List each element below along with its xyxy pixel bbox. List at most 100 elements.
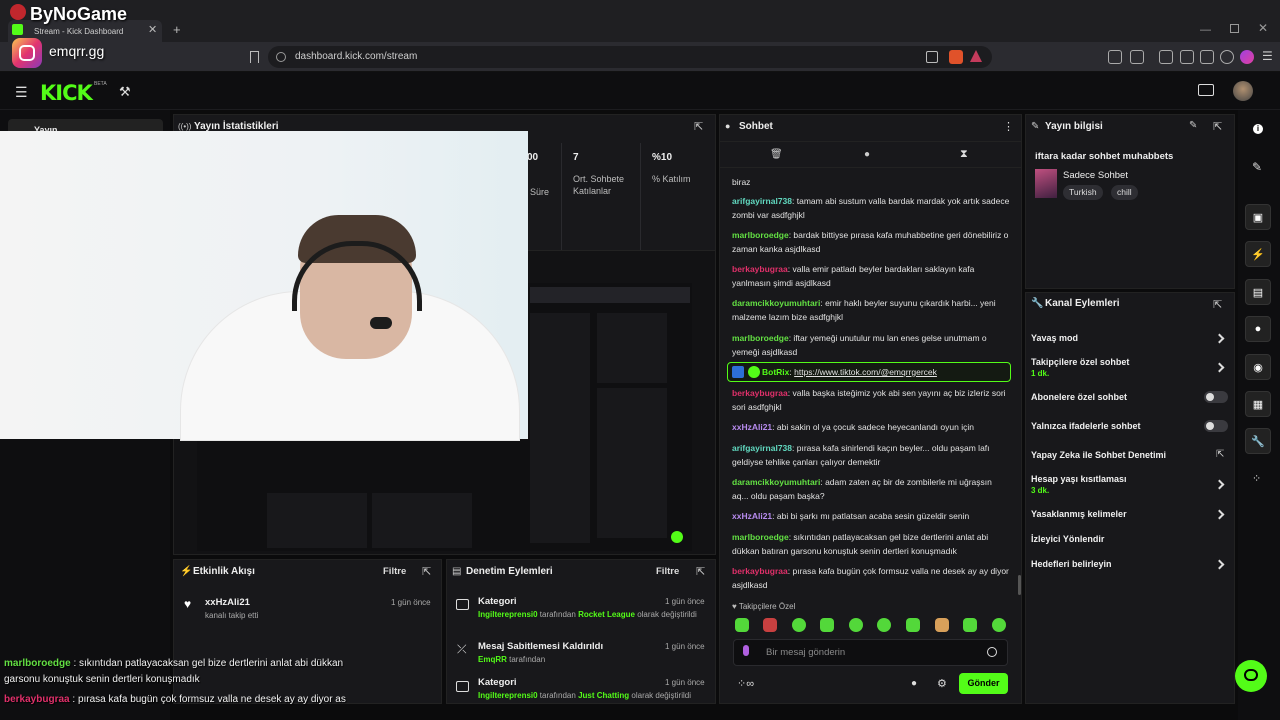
emote-icon[interactable] xyxy=(992,618,1006,632)
chat-username[interactable]: berkaybugraa xyxy=(732,388,788,398)
stat-avg-chatters-value: 7 xyxy=(573,152,579,163)
emote-icon[interactable] xyxy=(849,618,863,632)
chat-rail-icon[interactable]: ● xyxy=(1245,316,1271,342)
trash-icon[interactable]: 🗑 xyxy=(770,149,783,160)
bookmark-icon[interactable] xyxy=(250,51,259,63)
minimize-icon[interactable]: — xyxy=(1200,24,1211,36)
action-emotes-only[interactable]: Yalnızca ifadelerle sohbet xyxy=(1031,421,1141,431)
hourglass-icon[interactable]: ⧗ xyxy=(960,148,968,161)
chat-title: Sohbet xyxy=(739,121,773,132)
url-input[interactable]: dashboard.kick.com/stream xyxy=(268,46,992,68)
extensions-icon[interactable] xyxy=(1108,50,1122,64)
emote-icon[interactable] xyxy=(763,618,777,632)
action-subscribers-only[interactable]: Abonelere özel sohbet xyxy=(1031,392,1127,402)
screenshot-icon[interactable] xyxy=(1130,50,1144,64)
chat-username[interactable]: marlboroedge xyxy=(732,532,789,542)
emote-icon[interactable] xyxy=(906,618,920,632)
sidebar-toggle-icon[interactable] xyxy=(1159,50,1173,64)
emote-icon[interactable] xyxy=(735,618,749,632)
user-avatar[interactable] xyxy=(1233,81,1253,101)
chat-username[interactable]: arifgayirnal738 xyxy=(732,443,792,453)
wallet-icon[interactable] xyxy=(1180,50,1194,64)
emote-icon[interactable] xyxy=(963,618,977,632)
emote-icon[interactable] xyxy=(820,618,834,632)
chat-username[interactable]: arifgayirnal738 xyxy=(732,196,792,206)
chat-bubble-icon[interactable]: ● xyxy=(864,149,870,160)
action-slow-mode[interactable]: Yavaş mod xyxy=(1031,333,1078,343)
chat-toolbar xyxy=(719,141,1022,168)
chat-username[interactable]: xxHzAli21 xyxy=(732,422,772,432)
brave-rewards-icon[interactable] xyxy=(970,50,982,62)
brave-shield-icon[interactable] xyxy=(949,50,963,64)
emote-icon[interactable] xyxy=(792,618,806,632)
chat-username[interactable]: berkaybugraa xyxy=(732,264,788,274)
close-tab-icon[interactable]: ✕ xyxy=(148,23,157,36)
pencil-icon[interactable]: ✎ xyxy=(1252,160,1262,174)
menu-icon[interactable]: ☰ xyxy=(1262,49,1273,63)
action-goals[interactable]: Hedefleri belirleyin xyxy=(1031,559,1112,569)
popout-moderation-icon[interactable]: ⇱ xyxy=(696,565,705,578)
tools-rail-icon[interactable]: 🔧 xyxy=(1245,428,1271,454)
activity-user[interactable]: xxHzAli21 xyxy=(205,597,250,608)
tools-icon[interactable]: ⚒ xyxy=(119,84,131,100)
layout-icon[interactable]: ▦ xyxy=(1245,391,1271,417)
chat-username[interactable]: berkaybugraa xyxy=(732,566,788,576)
popout-activity-icon[interactable]: ⇱ xyxy=(422,565,431,578)
emote-icon[interactable] xyxy=(935,618,949,632)
broadcast-icon[interactable]: ◉ xyxy=(1245,354,1271,380)
gear-icon[interactable]: ⚙ xyxy=(937,677,947,690)
channel-actions-panel xyxy=(1025,292,1235,704)
kick-logo[interactable]: KICK xyxy=(40,81,93,105)
mod-action-time: 1 gün önce xyxy=(665,678,705,687)
moderation-filter-button[interactable]: Filtre xyxy=(656,566,679,577)
chat-settings-bubble-icon[interactable]: ● xyxy=(911,678,917,689)
share-icon[interactable] xyxy=(926,51,938,63)
action-banned-words[interactable]: Yasaklanmış kelimeler xyxy=(1031,509,1127,519)
camera-icon[interactable] xyxy=(1198,84,1214,96)
help-chat-button[interactable] xyxy=(1235,660,1267,692)
close-window-icon[interactable]: ✕ xyxy=(1258,21,1268,35)
popout-actions-icon[interactable]: ⇱ xyxy=(1213,298,1222,311)
chat-message: xxHzAli21: abi sakin ol ya çocuk sadece … xyxy=(732,422,974,432)
emoji-icon[interactable] xyxy=(987,647,997,657)
loyalty-points-icon[interactable]: ⁘∞ xyxy=(737,677,754,690)
screen-share-icon[interactable]: ▣ xyxy=(1245,204,1271,230)
leo-ai-icon[interactable] xyxy=(1200,50,1214,64)
chat-message: arifgayirnal738: tamam abi sustum valla … xyxy=(732,196,1010,220)
popout-stats-icon[interactable]: ⇱ xyxy=(694,120,703,133)
microphone-icon[interactable] xyxy=(743,645,749,656)
apps-icon[interactable]: ⁘ xyxy=(1252,472,1261,485)
chat-username[interactable]: marlboroedge xyxy=(732,333,789,343)
subscribers-only-toggle[interactable] xyxy=(1204,391,1228,403)
document-icon[interactable]: ▤ xyxy=(1245,279,1271,305)
send-button[interactable]: Gönder xyxy=(959,673,1008,694)
lightning-icon[interactable]: ⚡ xyxy=(1245,241,1271,267)
chat-username[interactable]: marlboroedge xyxy=(732,230,789,240)
emotes-only-toggle[interactable] xyxy=(1204,420,1228,432)
emote-icon[interactable] xyxy=(877,618,891,632)
site-info-icon[interactable] xyxy=(276,52,286,62)
chat-menu-icon[interactable]: ⋮ xyxy=(1003,120,1014,133)
maximize-icon[interactable] xyxy=(1230,24,1239,33)
external-link-icon[interactable]: ⇱ xyxy=(1216,449,1224,460)
tab-title: Stream - Kick Dashboard xyxy=(34,27,124,36)
activity-filter-button[interactable]: Filtre xyxy=(383,566,406,577)
info-icon[interactable]: i xyxy=(1253,124,1263,134)
hamburger-icon[interactable]: ☰ xyxy=(15,84,28,101)
action-raid[interactable]: İzleyici Yönlendir xyxy=(1031,534,1104,544)
chat-username[interactable]: BotRix xyxy=(762,367,789,377)
action-followers-only[interactable]: Takipçilere özel sohbet xyxy=(1031,357,1129,367)
chat-username[interactable]: xxHzAli21 xyxy=(732,511,772,521)
edit-icon[interactable]: ✎ xyxy=(1189,120,1197,131)
chat-scrollbar[interactable] xyxy=(1018,575,1021,595)
profile-icon[interactable] xyxy=(1240,50,1254,64)
new-tab-icon[interactable]: + xyxy=(173,22,181,37)
chat-link[interactable]: https://www.tiktok.com/@emqrrgercek xyxy=(794,367,937,377)
action-ai-moderation[interactable]: Yapay Zeka ile Sohbet Denetimi xyxy=(1031,450,1166,460)
chat-username[interactable]: daramcikkoyumuhtari xyxy=(732,298,820,308)
vpn-icon[interactable] xyxy=(1220,50,1234,64)
chat-username[interactable]: daramcikkoyumuhtari xyxy=(732,477,820,487)
popout-info-icon[interactable]: ⇱ xyxy=(1213,120,1222,133)
action-account-age[interactable]: Hesap yaşı kısıtlaması xyxy=(1031,474,1127,484)
chat-message: berkaybugraa: valla emir patladı beyler … xyxy=(732,264,975,288)
